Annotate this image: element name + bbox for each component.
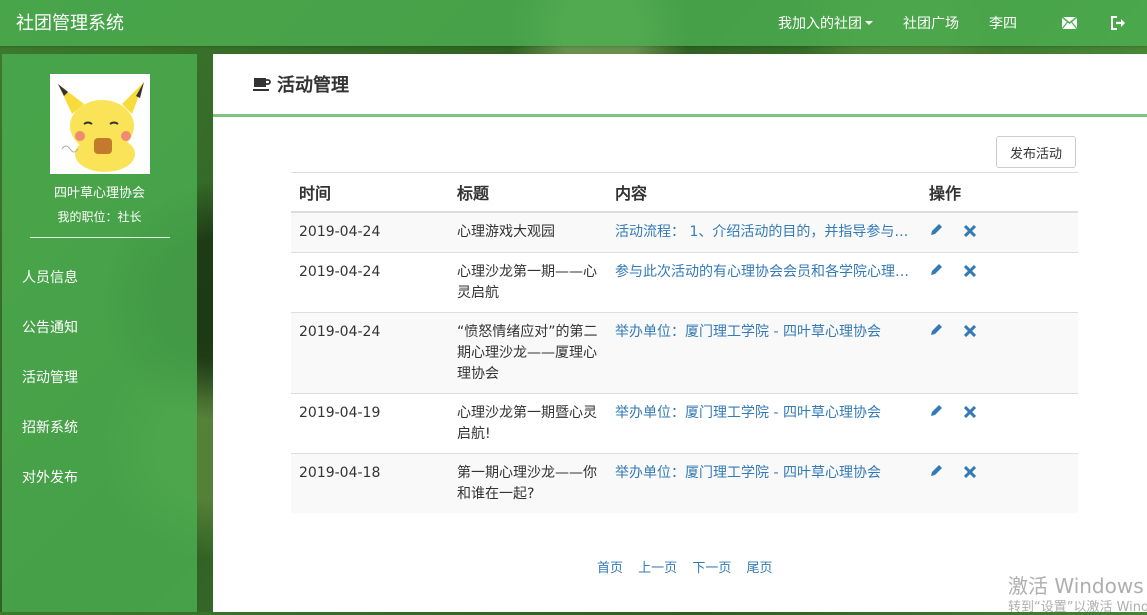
publish-activity-button[interactable]: 发布活动 <box>996 136 1076 168</box>
row-title: 心理游戏大观园 <box>449 211 607 253</box>
avatar <box>50 74 150 174</box>
row-content-link[interactable]: 参与此次活动的有心理协会会员和各学院心理委员 <box>615 262 910 283</box>
row-ops <box>921 312 1078 394</box>
row-ops <box>921 393 1078 454</box>
sidebar-item-announcements[interactable]: 公告通知 <box>2 316 197 366</box>
mail-button[interactable] <box>1047 17 1091 29</box>
row-time: 2019-04-19 <box>291 393 449 454</box>
header-ops: 操作 <box>921 172 1078 213</box>
sidebar-item-publish-external[interactable]: 对外发布 <box>2 466 197 516</box>
coffee-cup-icon <box>253 78 271 91</box>
logout-icon <box>1111 16 1125 30</box>
envelope-icon <box>1061 17 1077 29</box>
logout-button[interactable] <box>1091 16 1147 30</box>
windows-activation-hint: 转到“设置”以激活 Windows。 <box>1008 600 1147 615</box>
row-title: “愤怒情绪应对”的第二期心理沙龙——厦理心理协会 <box>449 312 607 394</box>
pager-first[interactable]: 首页 <box>597 561 623 576</box>
row-content-link[interactable]: 活动流程： 1、介绍活动的目的，并指导参与者进行游戏 <box>615 222 910 243</box>
activity-table: 时间 标题 内容 操作 2019-04-24 心理游戏大观园 活动流程： 1、介… <box>291 172 1078 513</box>
my-position: 我的职位：社长 <box>57 210 142 224</box>
panel-header: 活动管理 <box>213 54 1147 117</box>
sidebar-item-activities[interactable]: 活动管理 <box>2 366 197 416</box>
row-content-link[interactable]: 举办单位：厦门理工学院 - 四叶草心理协会 <box>615 463 910 484</box>
table-row: 2019-04-24 心理游戏大观园 活动流程： 1、介绍活动的目的，并指导参与… <box>291 211 1078 253</box>
header-content: 内容 <box>607 172 921 213</box>
pencil-icon[interactable] <box>929 322 944 344</box>
delete-x-icon[interactable] <box>964 464 977 485</box>
sidebar-item-members[interactable]: 人员信息 <box>2 266 197 316</box>
main-panel: 活动管理 发布活动 时间 标题 内容 操作 2019-04-24 心理游戏大观园… <box>213 54 1147 612</box>
top-navbar: 社团管理系统 我加入的社团 社团广场 李四 <box>0 0 1147 46</box>
pagination: 首页 上一页 下一页 尾页 <box>597 557 783 576</box>
delete-x-icon[interactable] <box>964 323 977 344</box>
delete-x-icon[interactable] <box>964 223 977 244</box>
caret-down-icon <box>865 21 873 25</box>
header-title: 标题 <box>449 172 607 213</box>
pager-next[interactable]: 下一页 <box>692 561 731 576</box>
row-title: 心理沙龙第一期——心灵启航 <box>449 252 607 313</box>
pencil-icon[interactable] <box>929 463 944 485</box>
table-row: 2019-04-24 心理沙龙第一期——心灵启航 参与此次活动的有心理协会会员和… <box>291 252 1078 313</box>
row-content-link[interactable]: 举办单位：厦门理工学院 - 四叶草心理协会 <box>615 322 910 343</box>
delete-x-icon[interactable] <box>964 404 977 425</box>
table-row: 2019-04-18 第一期心理沙龙——你和谁在一起? 举办单位：厦门理工学院 … <box>291 453 1078 513</box>
pager-last[interactable]: 尾页 <box>746 561 772 576</box>
pikachu-avatar-image <box>50 74 150 174</box>
windows-activation-watermark: 激活 Windows <box>1008 574 1144 598</box>
table-row: 2019-04-24 “愤怒情绪应对”的第二期心理沙龙——厦理心理协会 举办单位… <box>291 312 1078 394</box>
table-header-row: 时间 标题 内容 操作 <box>291 172 1078 213</box>
pencil-icon[interactable] <box>929 403 944 425</box>
my-clubs-dropdown[interactable]: 我加入的社团 <box>778 13 873 33</box>
row-ops <box>921 453 1078 513</box>
row-time: 2019-04-18 <box>291 453 449 513</box>
club-square-link[interactable]: 社团广场 <box>903 13 959 33</box>
sidebar: 四叶草心理协会 我的职位：社长 人员信息 公告通知 活动管理 招新系统 对外发布 <box>2 54 197 612</box>
nav-right: 我加入的社团 社团广场 李四 <box>778 0 1147 46</box>
row-ops <box>921 252 1078 313</box>
row-time: 2019-04-24 <box>291 312 449 394</box>
table-row: 2019-04-19 心理沙龙第一期暨心灵启航! 举办单位：厦门理工学院 - 四… <box>291 393 1078 454</box>
user-name-link[interactable]: 李四 <box>989 13 1017 33</box>
org-name: 四叶草心理协会 <box>53 186 145 201</box>
sidebar-menu: 人员信息 公告通知 活动管理 招新系统 对外发布 <box>2 266 197 516</box>
row-content-link[interactable]: 举办单位：厦门理工学院 - 四叶草心理协会 <box>615 403 910 424</box>
pager-prev[interactable]: 上一页 <box>638 561 677 576</box>
page-title: 活动管理 <box>277 75 349 96</box>
brand-title[interactable]: 社团管理系统 <box>16 9 124 35</box>
row-time: 2019-04-24 <box>291 211 449 253</box>
row-time: 2019-04-24 <box>291 252 449 313</box>
delete-x-icon[interactable] <box>964 263 977 284</box>
row-title: 心理沙龙第一期暨心灵启航! <box>449 393 607 454</box>
pencil-icon[interactable] <box>929 262 944 284</box>
header-time: 时间 <box>291 172 449 213</box>
sidebar-item-recruitment[interactable]: 招新系统 <box>2 416 197 466</box>
pencil-icon[interactable] <box>929 222 944 244</box>
row-ops <box>921 211 1078 253</box>
row-title: 第一期心理沙龙——你和谁在一起? <box>449 453 607 513</box>
my-clubs-label: 我加入的社团 <box>778 16 862 32</box>
sidebar-divider <box>30 237 170 238</box>
